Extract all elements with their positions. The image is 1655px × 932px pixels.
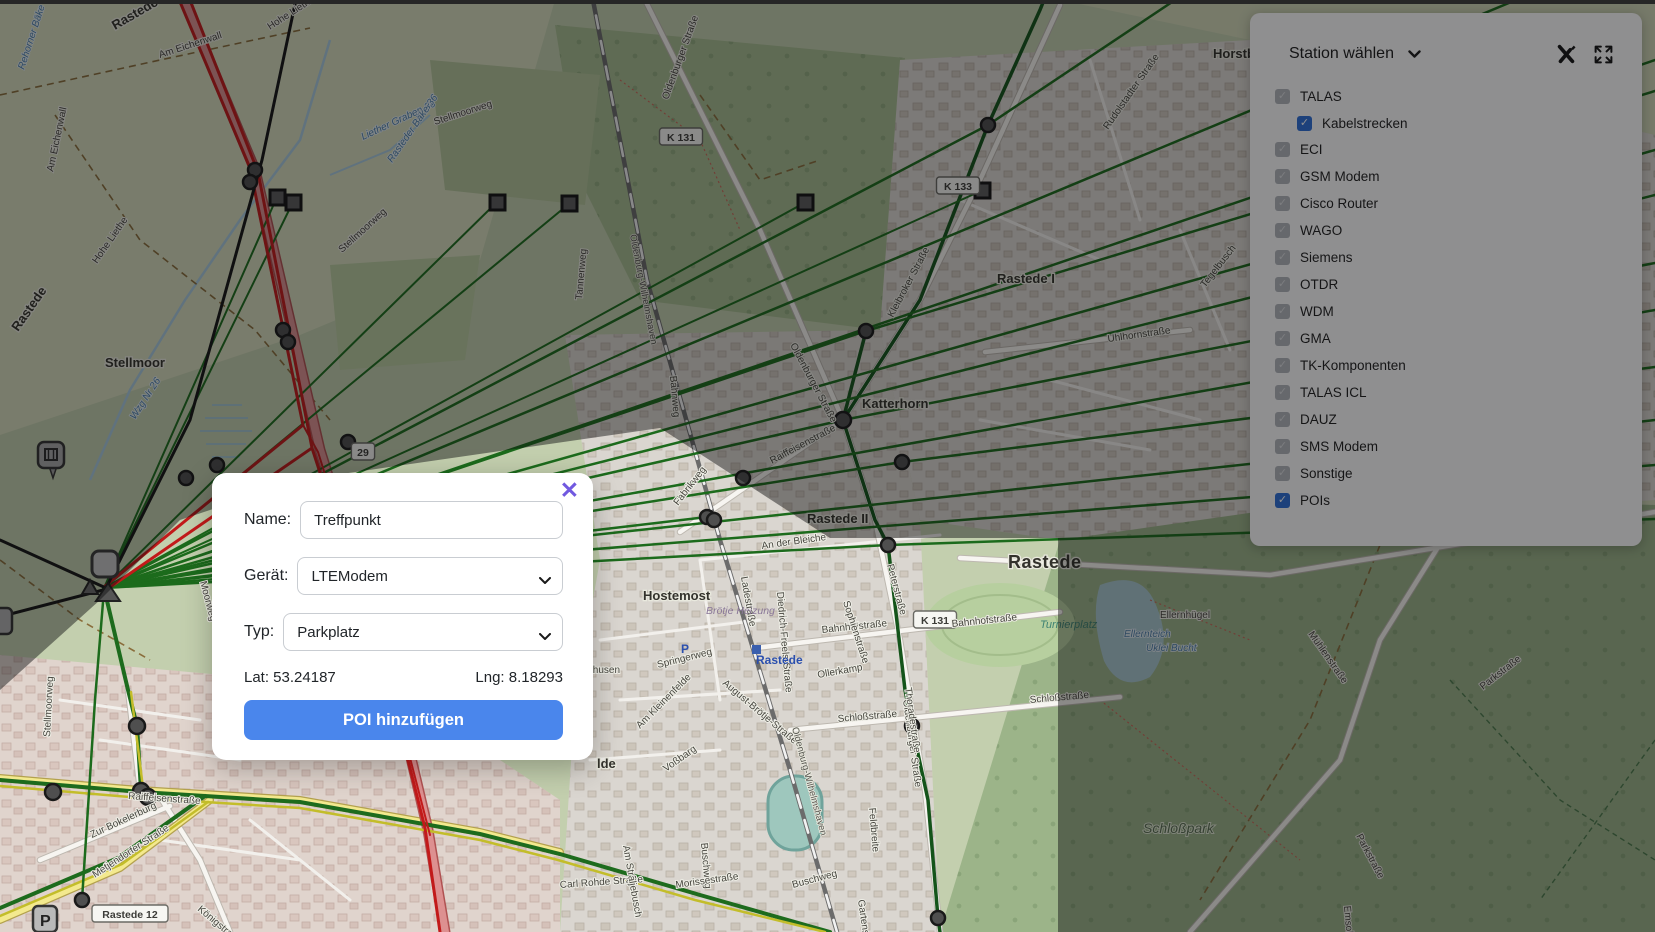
fullscreen-expand-icon[interactable] [1593, 44, 1614, 65]
layer-label: SMS Modem [1300, 439, 1378, 454]
map-label: P [681, 642, 689, 656]
type-label: Typ: [244, 623, 274, 641]
add-poi-modal: ✕ Name: Gerät: LTEModem Typ: Parkp [212, 473, 593, 760]
layer-label: Cisco Router [1300, 196, 1378, 211]
layer-checkbox[interactable]: ✓ [1275, 493, 1290, 508]
map-label: Rastede I [997, 271, 1055, 286]
map-label: lde [597, 756, 616, 771]
map-label: Uklei Bucht [1146, 643, 1198, 654]
layer-label: Siemens [1300, 250, 1353, 265]
coordinates-row: Lat: 53.24187 Lng: 8.18293 [244, 669, 563, 686]
name-row: Name: [244, 501, 563, 539]
layer-checkbox[interactable]: ✓ [1275, 304, 1290, 319]
layer-checkbox[interactable]: ✓ [1275, 196, 1290, 211]
parking-marker: P [33, 906, 57, 932]
layer-label: TALAS ICL [1300, 385, 1367, 400]
longitude-value: Lng: 8.18293 [475, 669, 563, 686]
road-shield-label: Rastede 12 [102, 909, 158, 921]
layer-checkbox[interactable]: ✓ [1275, 169, 1290, 184]
layer-row-gma[interactable]: ✓ GMA [1275, 329, 1622, 348]
layer-row-wago[interactable]: ✓ WAGO [1275, 221, 1622, 240]
edit-tools-icon[interactable] [1555, 43, 1577, 65]
layer-checkbox[interactable]: ✓ [1275, 466, 1290, 481]
layer-panel: Station wählen [1250, 13, 1642, 546]
layer-row-dauz[interactable]: ✓ DAUZ [1275, 410, 1622, 429]
map-label: Stellmoor [105, 355, 165, 370]
type-select[interactable]: Parkplatz [283, 613, 563, 651]
map-label: Turnierplatz [1040, 619, 1098, 631]
layer-label: Kabelstrecken [1322, 116, 1408, 131]
device-row: Gerät: LTEModem [244, 557, 563, 595]
device-select[interactable]: LTEModem [297, 557, 563, 595]
road-shield-label: K 131 [921, 615, 949, 627]
layer-row-gsm-modem[interactable]: ✓ GSM Modem [1275, 167, 1622, 186]
layer-label: TK-Komponenten [1300, 358, 1406, 373]
panel-header: Station wählen [1275, 43, 1622, 65]
layer-label: ECI [1300, 142, 1323, 157]
map-label: Rastede [756, 653, 803, 667]
layer-checkbox[interactable]: ✓ [1297, 116, 1312, 131]
road-shield-label: 29 [357, 447, 369, 459]
layer-row-cisco-router[interactable]: ✓ Cisco Router [1275, 194, 1622, 213]
layer-checkbox[interactable]: ✓ [1275, 223, 1290, 238]
map-label: Schloßpark [1143, 820, 1215, 836]
map-label: Hostemost [643, 588, 711, 603]
layer-label: WAGO [1300, 223, 1342, 238]
layer-label: WDM [1300, 304, 1334, 319]
layer-row-pois[interactable]: ✓ POIs [1275, 491, 1622, 510]
layer-label: OTDR [1300, 277, 1338, 292]
device-label: Gerät: [244, 567, 288, 585]
layer-row-siemens[interactable]: ✓ Siemens [1275, 248, 1622, 267]
poi-name-input[interactable] [300, 501, 563, 539]
layer-checkbox[interactable]: ✓ [1275, 89, 1290, 104]
layer-checkbox[interactable]: ✓ [1275, 250, 1290, 265]
layer-row-eci[interactable]: ✓ ECI [1275, 140, 1622, 159]
map-label: Ellernhügel [1160, 610, 1210, 621]
layer-checkbox[interactable]: ✓ [1275, 439, 1290, 454]
window-top-edge [0, 0, 1655, 4]
add-poi-button[interactable]: POI hinzufügen [244, 700, 563, 740]
map-label: Ellernteich [1124, 629, 1171, 640]
layer-checkbox[interactable]: ✓ [1275, 331, 1290, 346]
layer-row-sonstige[interactable]: ✓ Sonstige [1275, 464, 1622, 483]
layer-label: DAUZ [1300, 412, 1337, 427]
layer-row-talas[interactable]: ✓ TALAS [1275, 87, 1622, 106]
layer-row-wdm[interactable]: ✓ WDM [1275, 302, 1622, 321]
layer-row-talas-icl[interactable]: ✓ TALAS ICL [1275, 383, 1622, 402]
road-shield-label: K 131 [667, 132, 695, 144]
latitude-value: Lat: 53.24187 [244, 669, 336, 686]
map-label: Emsolds [1341, 905, 1355, 932]
layer-checkbox[interactable]: ✓ [1275, 277, 1290, 292]
type-row: Typ: Parkplatz [244, 613, 563, 651]
map-label: Katterhorn [862, 396, 929, 411]
name-label: Name: [244, 511, 291, 529]
edge-marker [0, 608, 12, 634]
layer-label: GSM Modem [1300, 169, 1380, 184]
chevron-down-icon[interactable] [1408, 50, 1421, 59]
map-stage[interactable]: P K 131 K 133 K 131 29 Rastede 12 Rastede Ras… [0, 0, 1655, 932]
layer-label: TALAS [1300, 89, 1342, 104]
layer-label: GMA [1300, 331, 1331, 346]
map-label: fhusen [590, 665, 620, 676]
svg-text:P: P [40, 913, 51, 930]
map-label: Rastede [1008, 552, 1082, 572]
road-shield-label: K 133 [944, 181, 972, 193]
layer-checkbox[interactable]: ✓ [1275, 412, 1290, 427]
layer-checkbox[interactable]: ✓ [1275, 358, 1290, 373]
layer-label: POIs [1300, 493, 1330, 508]
layer-checkbox[interactable]: ✓ [1275, 142, 1290, 157]
map-label: Brötje Heizung [706, 605, 775, 617]
map-label: Rastede II [807, 511, 868, 526]
station-select-title[interactable]: Station wählen [1289, 45, 1394, 63]
layer-row-otdr[interactable]: ✓ OTDR [1275, 275, 1622, 294]
layer-row-tk-komponenten[interactable]: ✓ TK-Komponenten [1275, 356, 1622, 375]
layer-list: ✓ TALAS ✓ Kabelstrecken ✓ ECI ✓ GSM Modem ✓ Cisco… [1275, 87, 1622, 510]
layer-row-sms-modem[interactable]: ✓ SMS Modem [1275, 437, 1622, 456]
layer-label: Sonstige [1300, 466, 1353, 481]
layer-checkbox[interactable]: ✓ [1275, 385, 1290, 400]
layer-row-kabelstrecken[interactable]: ✓ Kabelstrecken [1297, 114, 1622, 133]
